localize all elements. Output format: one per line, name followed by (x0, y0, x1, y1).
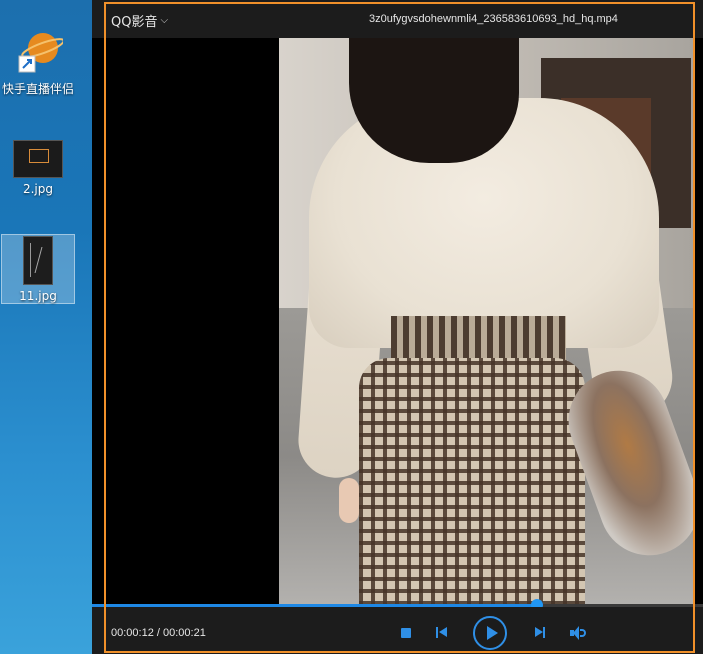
app-menu-button[interactable]: QQ影音 ⌵ (111, 11, 168, 30)
desktop-icon-11-jpg[interactable]: 11.jpg (1, 234, 75, 304)
desktop-icon-2-jpg[interactable]: 2.jpg (0, 140, 76, 196)
file-title: 3z0ufygvsdohewnmli4_236583610693_hd_hq.m… (369, 13, 618, 25)
desktop-icon-label: 快手直播伴侣 (1, 82, 74, 96)
desktop-icon-kuaishou[interactable]: 快手直播伴侣 (0, 26, 76, 97)
previous-button[interactable] (435, 626, 449, 640)
volume-button[interactable] (570, 626, 588, 640)
chevron-down-icon: ⌵ (160, 15, 169, 26)
next-icon (535, 627, 543, 637)
time-display: 00:00:12 / 00:00:21 (111, 627, 206, 639)
play-button[interactable] (473, 616, 507, 650)
desktop-icon-label: 2.jpg (22, 182, 54, 196)
stop-button[interactable] (401, 628, 411, 638)
video-frame (279, 38, 695, 605)
play-icon (487, 626, 498, 640)
app-name: QQ影音 (111, 15, 158, 30)
control-bar: 00:00:12 / 00:00:21 (92, 607, 703, 654)
title-bar[interactable]: QQ影音 ⌵ 3z0ufygvsdohewnmli4_236583610693_… (92, 0, 703, 38)
next-button[interactable] (533, 626, 547, 640)
desktop-icon-label: 11.jpg (19, 289, 57, 303)
video-display[interactable] (92, 38, 703, 605)
kuaishou-live-companion-icon (18, 33, 63, 73)
video-player-window[interactable]: QQ影音 ⌵ 3z0ufygvsdohewnmli4_236583610693_… (92, 0, 703, 654)
image-file-icon (13, 140, 63, 178)
image-file-icon (23, 236, 53, 285)
previous-icon (436, 627, 438, 638)
